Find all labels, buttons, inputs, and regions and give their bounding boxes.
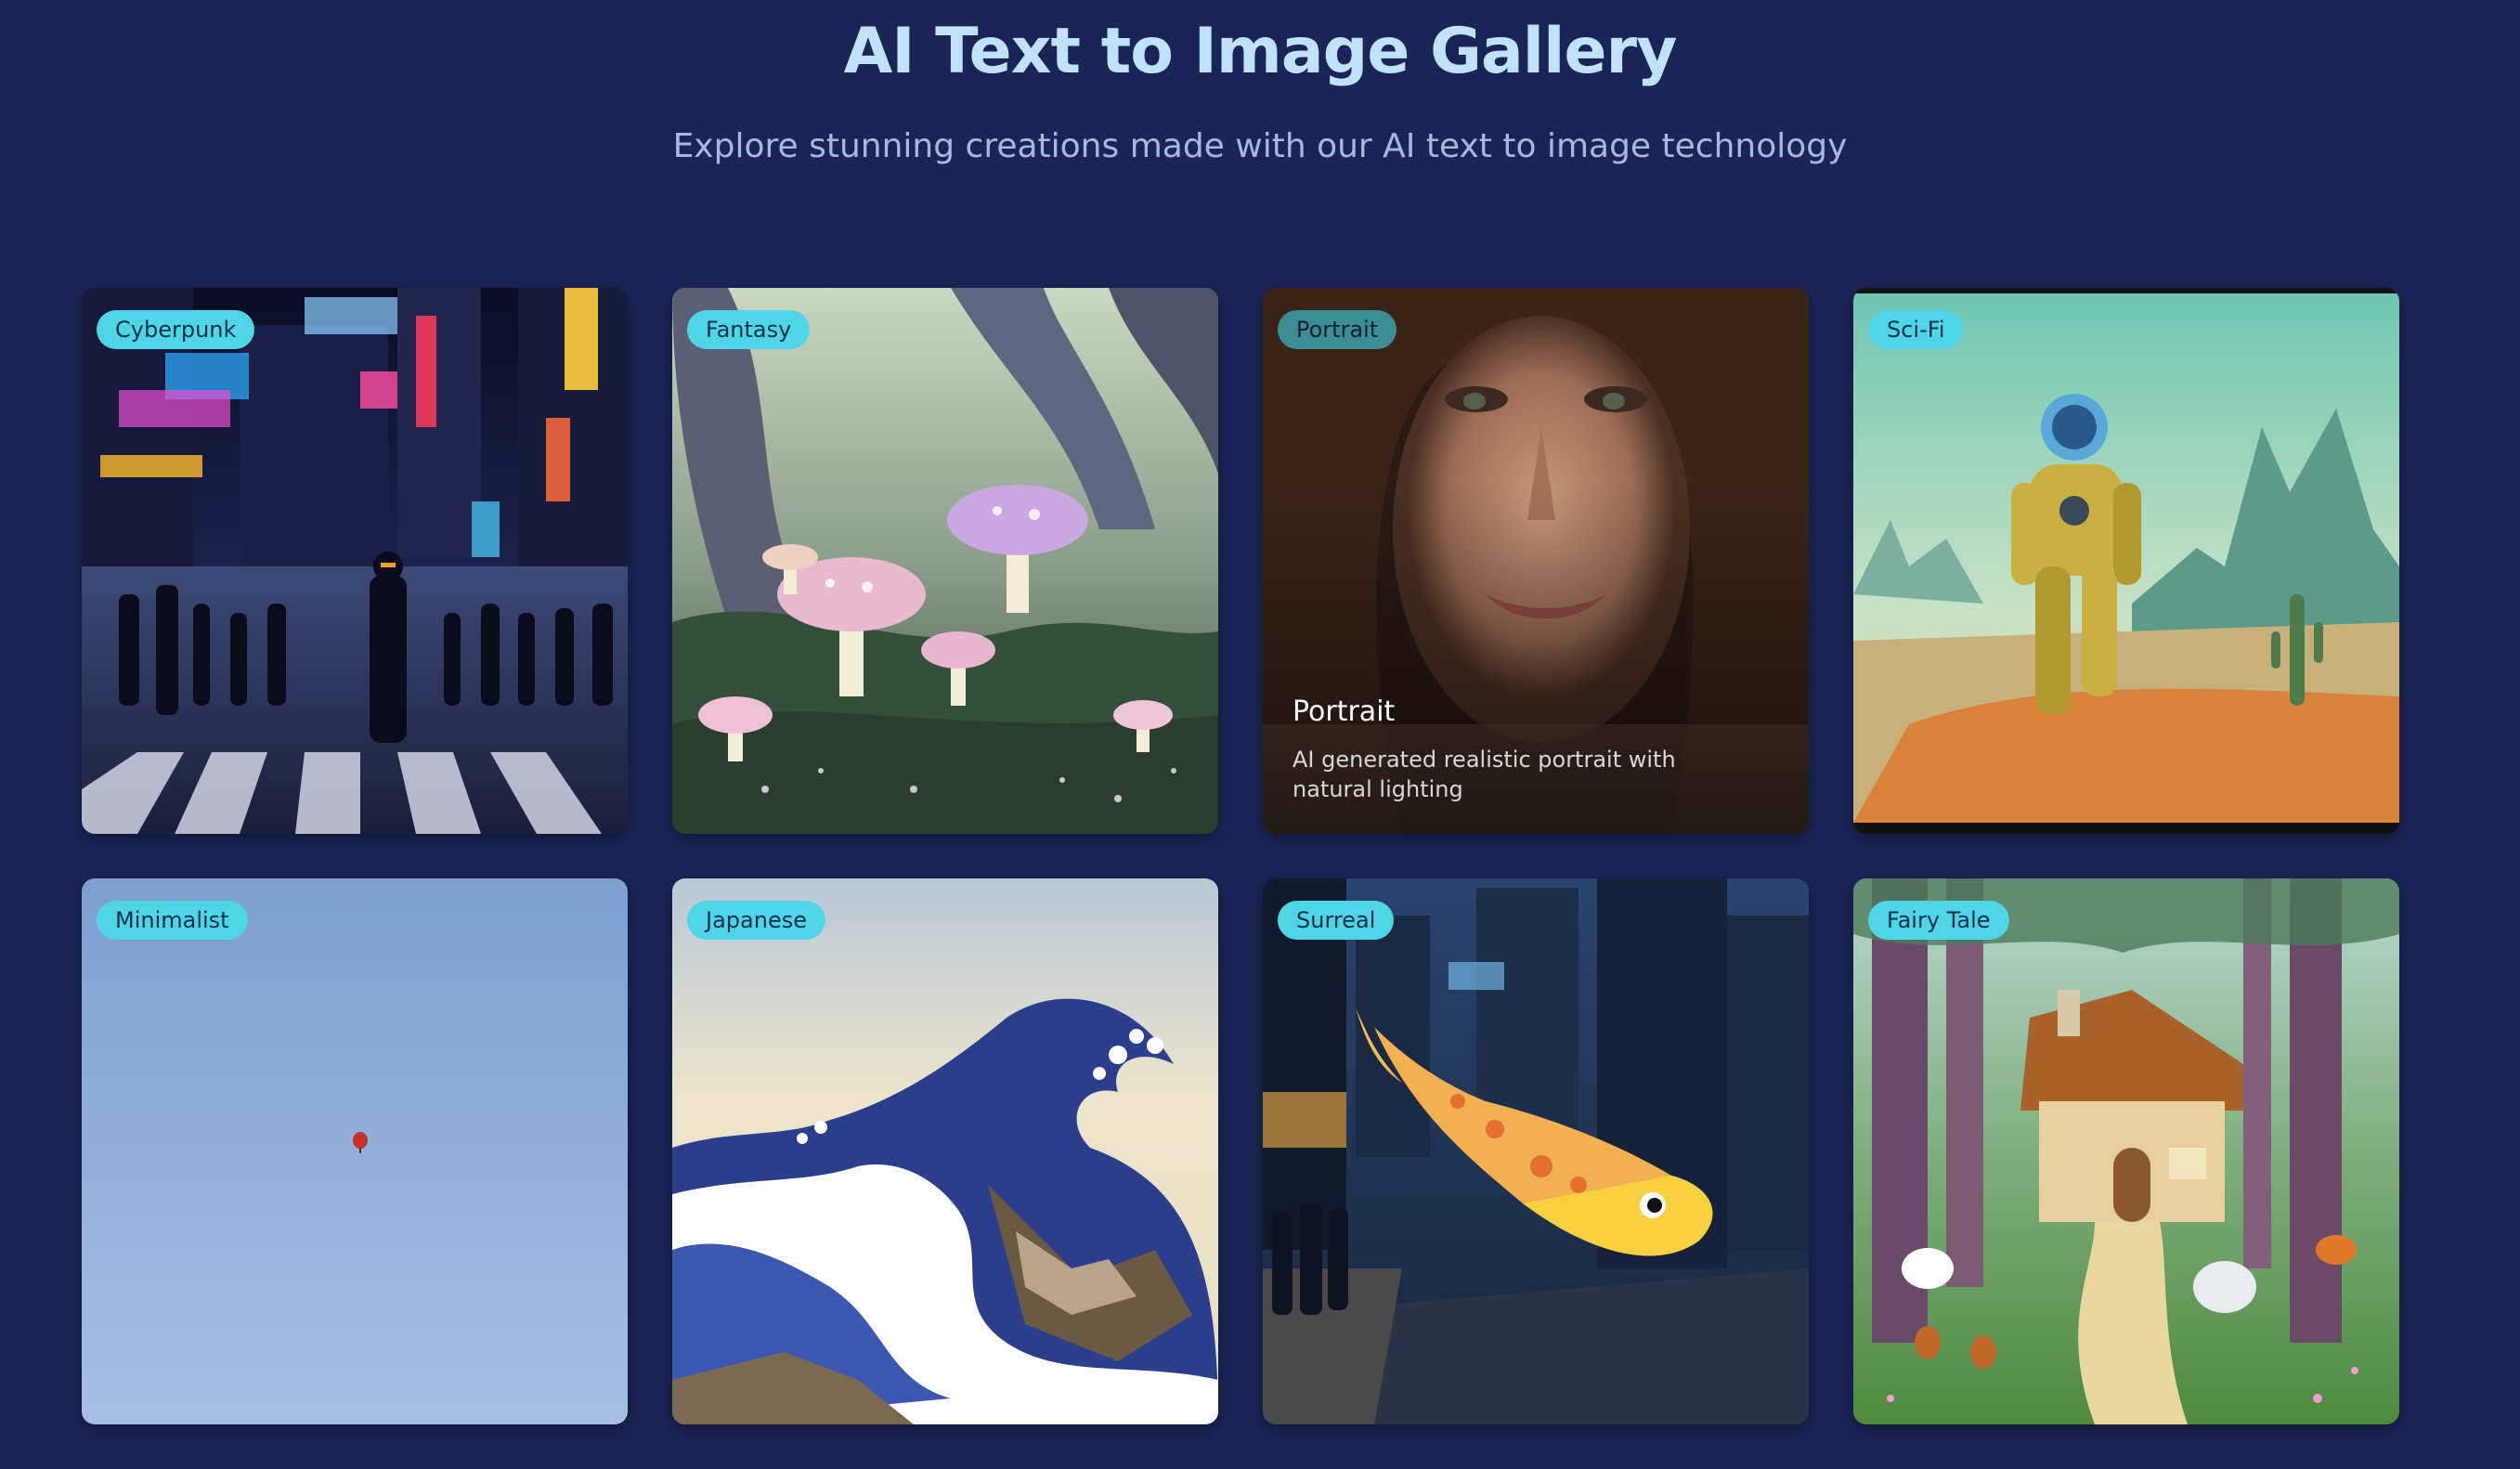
giant-koi-city-image <box>1263 878 1809 1424</box>
gallery-card-minimalist[interactable]: Minimalist <box>82 878 628 1424</box>
gallery-grid: Cyberpunk Fantasy Portrait Portrait AI g… <box>82 288 2399 1424</box>
robot-desert-image <box>1853 288 2399 834</box>
gallery-card-surreal[interactable]: Surreal <box>1263 878 1809 1424</box>
gallery-header: AI Text to Image Gallery Explore stunnin… <box>0 9 2520 167</box>
category-tag: Portrait <box>1278 310 1397 349</box>
gallery-card-cyberpunk[interactable]: Cyberpunk <box>82 288 628 834</box>
category-tag: Fairy Tale <box>1868 901 2009 940</box>
gallery-card-fantasy[interactable]: Fantasy <box>672 288 1218 834</box>
category-tag: Minimalist <box>97 901 248 940</box>
balloon-sky-image <box>82 878 628 1424</box>
card-caption-title: Portrait <box>1292 696 1396 728</box>
gallery-card-portrait[interactable]: Portrait Portrait AI generated realistic… <box>1263 288 1809 834</box>
page-title: AI Text to Image Gallery <box>843 15 1678 88</box>
category-tag: Sci-Fi <box>1868 310 1964 349</box>
gallery-card-fairy-tale[interactable]: Fairy Tale <box>1853 878 2399 1424</box>
category-tag: Cyberpunk <box>97 310 255 349</box>
card-caption-description: AI generated realistic portrait with nat… <box>1292 747 1676 802</box>
great-wave-image <box>672 878 1218 1424</box>
category-tag: Fantasy <box>687 310 811 349</box>
gallery-card-japanese[interactable]: Japanese <box>672 878 1218 1424</box>
gallery-card-sci-fi[interactable]: Sci-Fi <box>1853 288 2399 834</box>
cyberpunk-city-street-image <box>82 288 628 834</box>
page-subtitle: Explore stunning creations made with our… <box>672 127 1848 165</box>
forest-cottage-image <box>1853 878 2399 1424</box>
mushroom-forest-image <box>672 288 1218 834</box>
category-tag: Surreal <box>1278 901 1395 940</box>
category-tag: Japanese <box>687 901 825 940</box>
card-caption: Portrait AI generated realistic portrait… <box>1292 696 1753 804</box>
